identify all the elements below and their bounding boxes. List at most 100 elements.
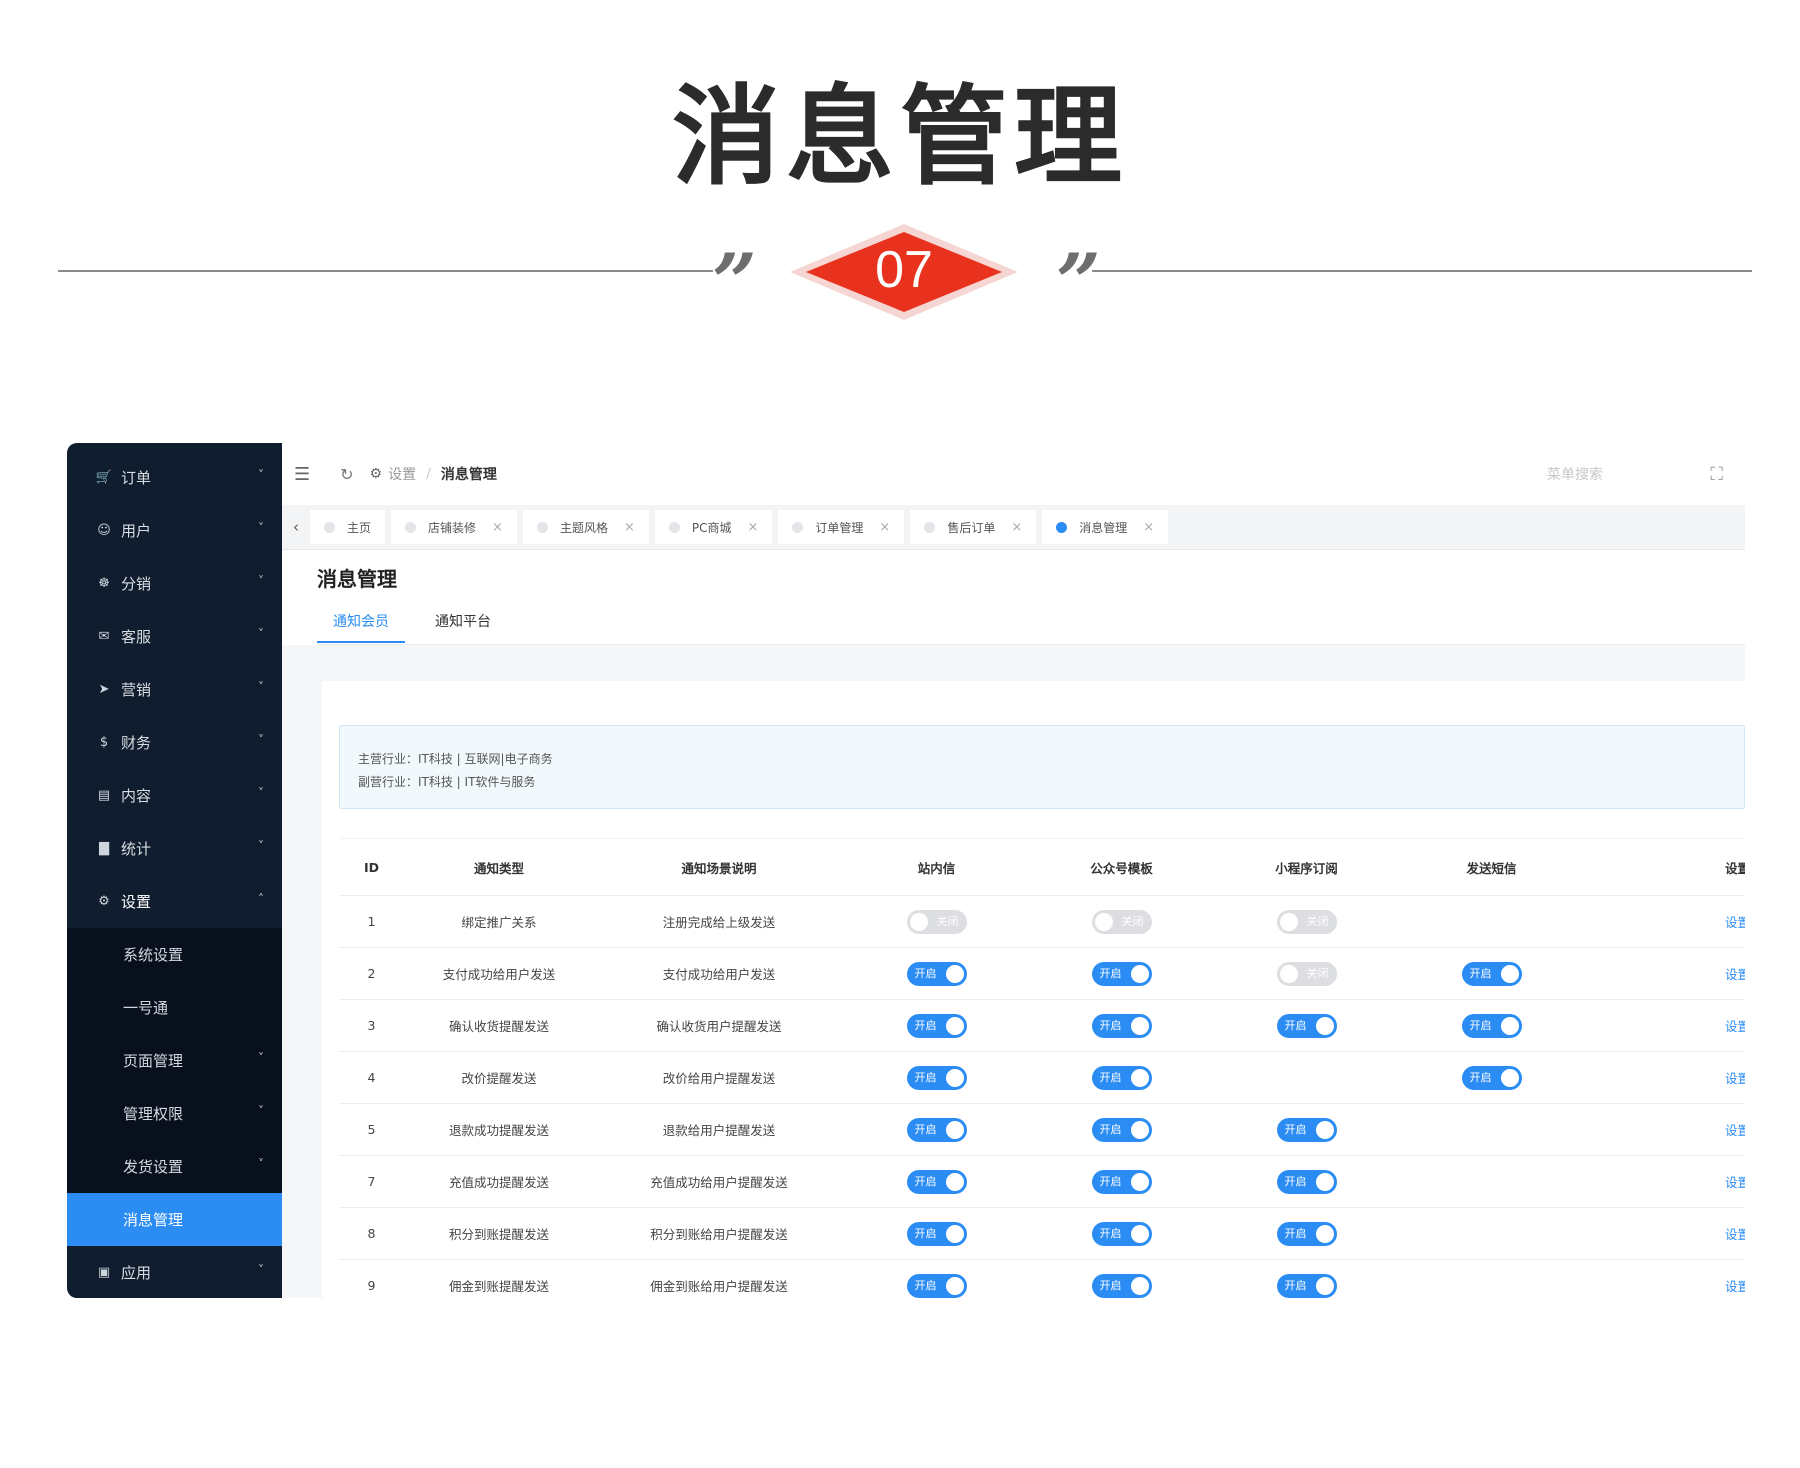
tab-status-dot bbox=[405, 521, 417, 533]
official-account-toggle[interactable]: 开启 bbox=[1091, 1221, 1152, 1246]
sidebar-item[interactable]: ☺ 用户 ˅ bbox=[67, 504, 282, 557]
close-icon[interactable]: × bbox=[624, 520, 635, 535]
tab-label: 消息管理 bbox=[1079, 520, 1128, 535]
tab-status-dot bbox=[536, 521, 548, 533]
sidebar-item[interactable]: $ 财务 ˅ bbox=[67, 716, 282, 769]
mini-program-toggle[interactable]: 开启 bbox=[1276, 1221, 1337, 1246]
mini-program-toggle[interactable]: 开启 bbox=[1276, 1273, 1337, 1298]
sidebar-item[interactable]: ☸ 分销 ˅ bbox=[67, 557, 282, 610]
settings-link[interactable]: 设置 bbox=[1584, 1120, 1745, 1139]
breadcrumb-parent[interactable]: 设置 bbox=[388, 464, 416, 484]
col-type: 通知类型 bbox=[473, 860, 524, 876]
settings-link[interactable]: 设置 bbox=[1584, 912, 1745, 931]
toggle-knob bbox=[945, 1276, 964, 1295]
sidebar-item[interactable]: 管理权限 ˅ bbox=[67, 1087, 282, 1140]
sidebar-item[interactable]: 一号通 bbox=[67, 981, 282, 1034]
site-message-toggle[interactable]: 开启 bbox=[906, 1169, 967, 1194]
settings-link[interactable]: 设置 bbox=[1584, 1276, 1745, 1295]
row-toggle-cell: 开启 bbox=[844, 1065, 1029, 1090]
settings-link[interactable]: 设置 bbox=[1584, 964, 1745, 983]
close-icon[interactable]: × bbox=[1011, 520, 1022, 535]
menu-toggle-icon[interactable]: ☰ bbox=[294, 464, 310, 485]
tabs-scroll-left-icon[interactable]: ‹ bbox=[282, 518, 310, 536]
sidebar-item[interactable]: 消息管理 bbox=[67, 1193, 282, 1246]
tab-item[interactable]: 主题风格 × bbox=[522, 510, 649, 544]
topbar: ☰ ↻ ⚙ 设置 / 消息管理 菜单搜索 ⛶ bbox=[282, 443, 1745, 506]
notice-sub-industry: 副营行业：IT科技 | IT软件与服务 bbox=[358, 775, 536, 789]
official-account-toggle[interactable]: 关闭 bbox=[1091, 909, 1152, 934]
section-number: 07 bbox=[875, 241, 933, 299]
tab-notify-member[interactable]: 通知会员 bbox=[317, 611, 405, 643]
site-message-toggle[interactable]: 开启 bbox=[906, 1117, 967, 1142]
sidebar-item-label: 统计 bbox=[121, 840, 152, 858]
sms-toggle[interactable]: 开启 bbox=[1461, 961, 1522, 986]
table-row: 4 改价提醒发送 改价给用户提醒发送 开启 开启 开启 设置 bbox=[339, 1052, 1745, 1104]
sms-toggle[interactable]: 开启 bbox=[1461, 1065, 1522, 1090]
sms-toggle[interactable]: 开启 bbox=[1461, 1013, 1522, 1038]
site-message-toggle[interactable]: 开启 bbox=[906, 1221, 967, 1246]
admin-screenshot: 🛒 订单 ˅ ☺ 用户 ˅ ☸ 分销 ˅ ✉ 客服 ˅ ➤ 营销 ˅ $ 财务 ˅ ▤ 内容 ˅ ▇ 统计 ˅ ⚙ 设置 ˄ 系统设… bbox=[67, 443, 1745, 1298]
official-account-toggle[interactable]: 开启 bbox=[1091, 1273, 1152, 1298]
mini-program-toggle[interactable]: 关闭 bbox=[1276, 909, 1337, 934]
close-icon[interactable]: × bbox=[1143, 520, 1154, 535]
sidebar-item[interactable]: 系统设置 bbox=[67, 928, 282, 981]
sidebar-item[interactable]: ➤ 营销 ˅ bbox=[67, 663, 282, 716]
tab-notify-platform[interactable]: 通知平台 bbox=[419, 611, 507, 643]
sidebar-item[interactable]: ⚙ 设置 ˄ bbox=[67, 875, 282, 928]
chevron-up-icon: ˄ bbox=[258, 892, 264, 906]
sidebar-item[interactable]: 🛒 订单 ˅ bbox=[67, 451, 282, 504]
tab-item[interactable]: 店铺装修 × bbox=[391, 510, 517, 544]
sidebar-item[interactable]: ▤ 内容 ˅ bbox=[67, 769, 282, 822]
official-account-toggle[interactable]: 开启 bbox=[1091, 1169, 1152, 1194]
sidebar-item[interactable]: 页面管理 ˅ bbox=[67, 1034, 282, 1087]
site-message-toggle[interactable]: 关闭 bbox=[906, 909, 967, 934]
row-toggle-cell: 关闭 bbox=[1214, 909, 1399, 934]
sidebar-item[interactable]: ▣ 应用 ˅ bbox=[67, 1246, 282, 1298]
site-message-toggle[interactable]: 开启 bbox=[906, 1065, 967, 1090]
fullscreen-icon[interactable]: ⛶ bbox=[1710, 464, 1723, 485]
sidebar-item-label: 客服 bbox=[121, 628, 152, 646]
settings-link[interactable]: 设置 bbox=[1584, 1068, 1745, 1087]
row-desc: 积分到账给用户提醒发送 bbox=[650, 1227, 788, 1242]
site-message-toggle[interactable]: 开启 bbox=[906, 961, 967, 986]
row-toggle-cell: 开启 bbox=[844, 1013, 1029, 1038]
site-message-toggle[interactable]: 开启 bbox=[906, 1013, 967, 1038]
refresh-icon[interactable]: ↻ bbox=[340, 465, 353, 484]
settings-link[interactable]: 设置 bbox=[1584, 1172, 1745, 1191]
sidebar-item[interactable]: ✉ 客服 ˅ bbox=[67, 610, 282, 663]
sidebar-item[interactable]: 发货设置 ˅ bbox=[67, 1140, 282, 1193]
table-row: 1 绑定推广关系 注册完成给上级发送 关闭 关闭 关闭 设置 bbox=[339, 896, 1745, 948]
settings-link[interactable]: 设置 bbox=[1584, 1016, 1745, 1035]
close-icon[interactable]: × bbox=[492, 520, 503, 535]
mini-program-toggle[interactable]: 开启 bbox=[1276, 1117, 1337, 1142]
toggle-knob bbox=[1315, 1172, 1334, 1191]
close-icon[interactable]: × bbox=[879, 520, 890, 535]
divider-line-right bbox=[1092, 270, 1752, 272]
settings-link[interactable]: 设置 bbox=[1584, 1224, 1745, 1243]
official-account-toggle[interactable]: 开启 bbox=[1091, 961, 1152, 986]
sidebar-item[interactable]: ▇ 统计 ˅ bbox=[67, 822, 282, 875]
tab-item[interactable]: 售后订单 × bbox=[910, 510, 1037, 544]
tab-item[interactable]: PC商城 × bbox=[654, 510, 773, 544]
mini-program-toggle[interactable]: 开启 bbox=[1276, 1169, 1337, 1194]
official-account-toggle[interactable]: 开启 bbox=[1091, 1117, 1152, 1142]
toggle-label: 关闭 bbox=[1121, 914, 1144, 928]
close-icon[interactable]: × bbox=[747, 520, 758, 535]
notice-main-industry: 主营行业：IT科技 | 互联网|电子商务 bbox=[358, 752, 553, 766]
official-account-toggle[interactable]: 开启 bbox=[1091, 1065, 1152, 1090]
official-account-toggle[interactable]: 开启 bbox=[1091, 1013, 1152, 1038]
row-id: 5 bbox=[367, 1122, 376, 1137]
menu-search-input[interactable]: 菜单搜索 bbox=[1547, 464, 1603, 484]
row-toggle-cell: 开启 bbox=[844, 1221, 1029, 1246]
row-type: 佣金到账提醒发送 bbox=[448, 1279, 549, 1294]
settings-submenu: 系统设置 一号通 页面管理 ˅ 管理权限 ˅ 发货设置 ˅ 消息管理 bbox=[67, 928, 282, 1246]
tab-item[interactable]: 主页 bbox=[310, 510, 386, 544]
toggle-knob bbox=[1130, 1016, 1149, 1035]
mini-program-toggle[interactable]: 关闭 bbox=[1276, 961, 1337, 986]
tab-item[interactable]: 订单管理 × bbox=[778, 510, 905, 544]
site-message-toggle[interactable]: 开启 bbox=[906, 1273, 967, 1298]
tab-item[interactable]: 消息管理 × bbox=[1042, 510, 1169, 544]
mini-program-toggle[interactable]: 开启 bbox=[1276, 1013, 1337, 1038]
row-toggle-cell: 开启 bbox=[1029, 1169, 1214, 1194]
content-background-left bbox=[282, 681, 322, 1298]
